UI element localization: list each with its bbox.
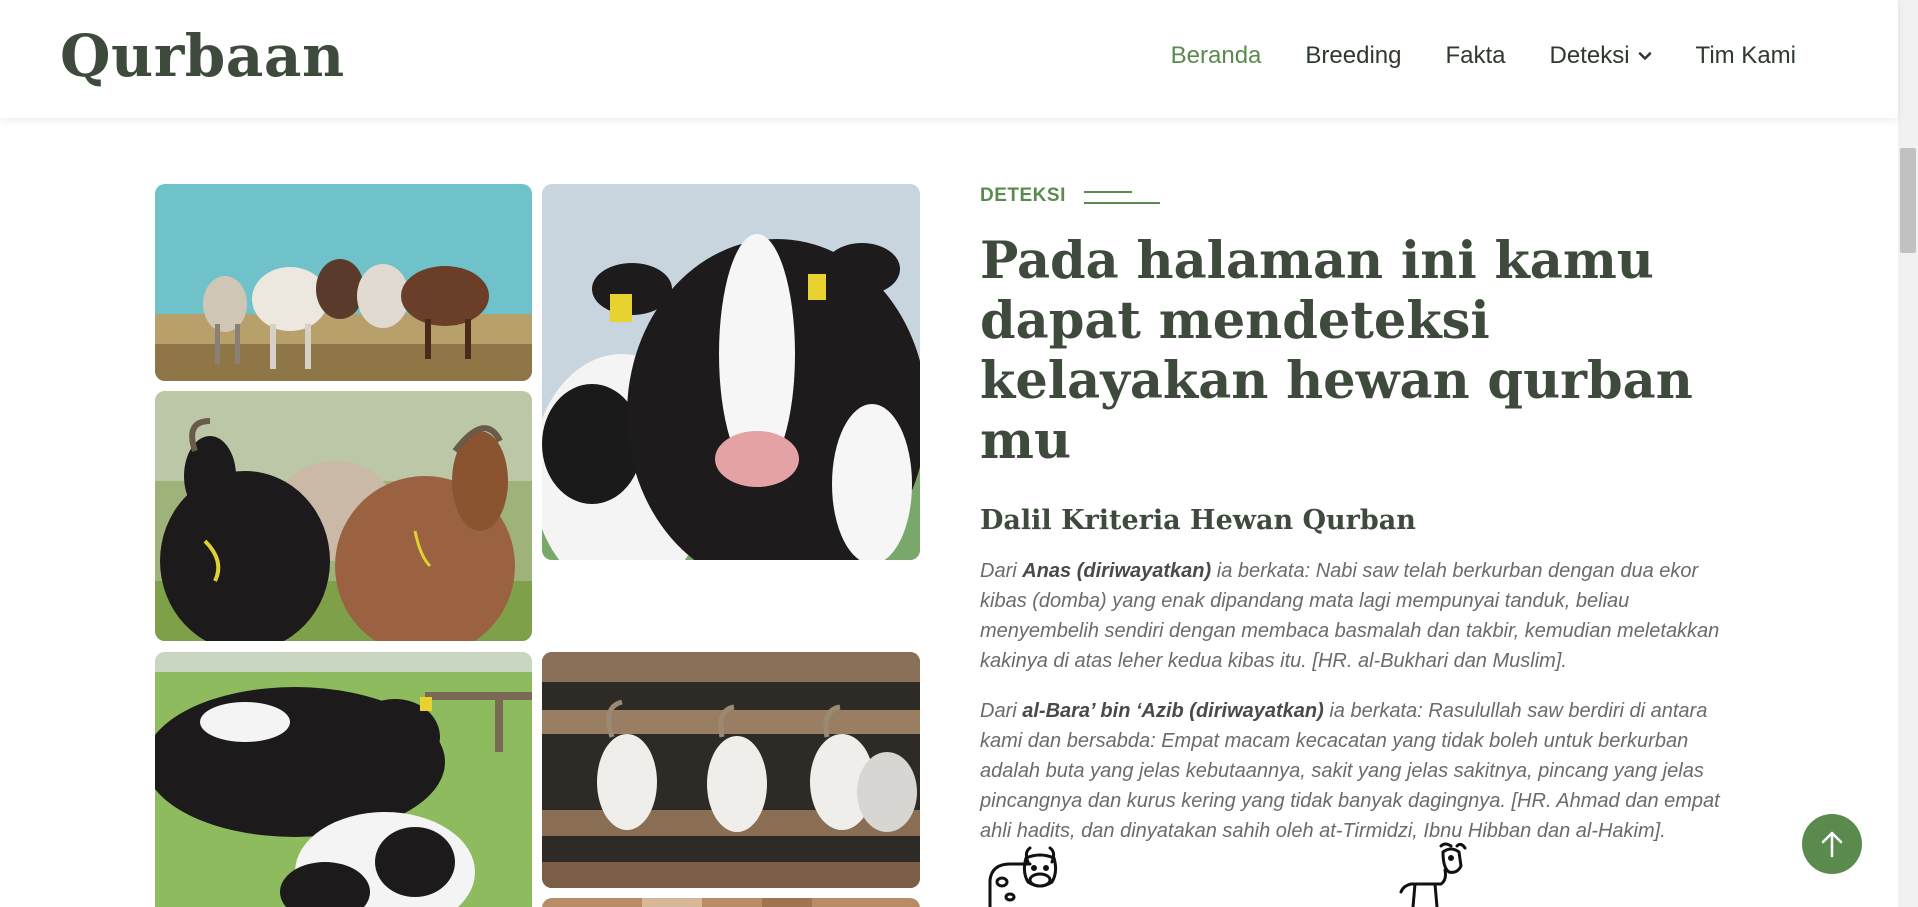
photo-goats-horned xyxy=(155,391,532,641)
page-scrollbar[interactable] xyxy=(1898,0,1918,907)
section-label: DETEKSI xyxy=(980,185,1740,207)
para-prefix: Dari xyxy=(980,700,1023,722)
photo-goat-herd xyxy=(155,184,532,381)
main-nav: Beranda Breeding Fakta Deteksi Tim Kami xyxy=(1171,42,1796,70)
hadith-paragraph-1: Dari Anas (diriwayatkan) ia berkata: Nab… xyxy=(980,556,1740,676)
photo-partial-bottom xyxy=(542,898,920,907)
para-prefix: Dari xyxy=(980,560,1023,582)
site-header: Qurbaan Beranda Breeding Fakta Deteksi T… xyxy=(0,0,1898,118)
nav-label: Fakta xyxy=(1445,42,1506,69)
nav-label: Beranda xyxy=(1170,42,1262,69)
label-decoration xyxy=(1083,186,1160,206)
nav-label: Breeding xyxy=(1305,42,1402,69)
section-label-text: DETEKSI xyxy=(980,185,1066,206)
photo-holstein-cow xyxy=(542,184,920,560)
hadith-paragraph-2: Dari al-Bara’ bin ‘Azib (diriwayatkan) i… xyxy=(980,696,1740,846)
detection-intro: DETEKSI Pada halaman ini kamu dapat mend… xyxy=(980,185,1740,846)
nav-item-tim-kami[interactable]: Tim Kami xyxy=(1696,42,1796,70)
nav-item-deteksi[interactable]: Deteksi xyxy=(1550,42,1652,70)
nav-label: Tim Kami xyxy=(1695,42,1796,69)
chevron-down-icon xyxy=(1638,52,1651,60)
back-to-top-button[interactable] xyxy=(1802,814,1862,874)
narrator-name: al-Bara’ bin ‘Azib (diriwayatkan) xyxy=(1022,700,1324,722)
cow-icon[interactable] xyxy=(980,842,1062,907)
nav-label: Deteksi xyxy=(1549,42,1630,69)
scrollbar-thumb[interactable] xyxy=(1900,148,1916,253)
goat-icon[interactable] xyxy=(1395,842,1467,907)
page-title: Pada halaman ini kamu dapat mendeteksi k… xyxy=(980,231,1693,471)
narrator-name: Anas (diriwayatkan) xyxy=(1022,560,1212,582)
arrow-up-icon xyxy=(1821,831,1843,858)
section-subtitle: Dalil Kriteria Hewan Qurban xyxy=(980,505,1416,536)
photo-goats-fence xyxy=(542,652,920,888)
nav-item-breeding[interactable]: Breeding xyxy=(1305,42,1401,70)
photo-cows-pasture xyxy=(155,652,532,907)
site-logo[interactable]: Qurbaan xyxy=(60,22,345,90)
nav-item-fakta[interactable]: Fakta xyxy=(1445,42,1505,70)
nav-item-beranda[interactable]: Beranda xyxy=(1171,42,1262,70)
